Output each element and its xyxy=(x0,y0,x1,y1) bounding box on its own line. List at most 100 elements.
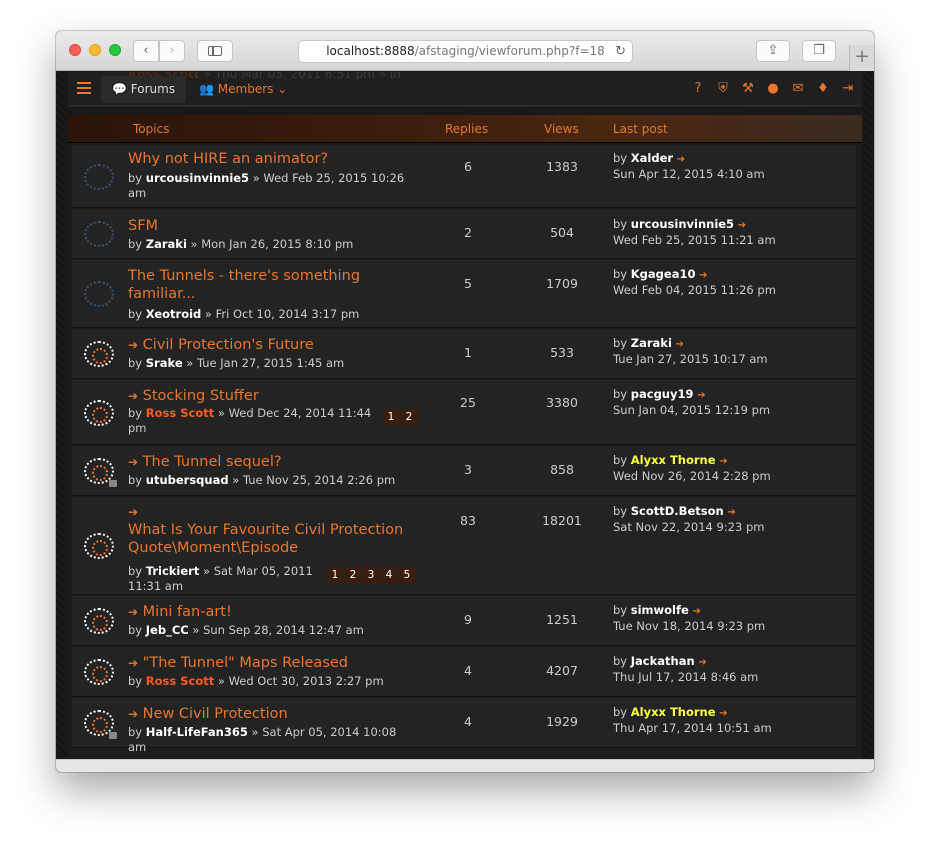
topic-row[interactable]: ➔ Stocking Stuffer by Ross Scott » Wed De… xyxy=(72,380,856,445)
hot-topic-icon xyxy=(84,659,114,685)
page-link[interactable]: 1 xyxy=(327,567,343,583)
hot-topic-icon xyxy=(84,458,117,487)
topic-row[interactable]: Why not HIRE an animator? by urcousinvinn… xyxy=(72,145,856,208)
last-post: by simwolfe ➔ Tue Nov 18, 2014 9:23 pm xyxy=(613,603,766,633)
topic-row[interactable]: ➔ What Is Your Favourite Civil Protection… xyxy=(72,497,856,595)
topic-title-link[interactable]: ➔ What Is Your Favourite Civil Protection… xyxy=(128,503,408,557)
menu-icon[interactable] xyxy=(77,82,91,94)
zoom-window-button[interactable] xyxy=(109,44,121,56)
topic-title-link[interactable]: The Tunnels - there's something familiar… xyxy=(128,267,408,303)
last-poster-link[interactable]: Alyxx Thorne xyxy=(631,453,716,467)
back-button[interactable]: ‹ xyxy=(133,40,159,62)
topic-title-link[interactable]: ➔ Mini fan-art! xyxy=(128,603,408,621)
reply-count: 6 xyxy=(464,159,472,174)
go-to-post-icon[interactable]: ➔ xyxy=(727,507,735,518)
go-to-post-icon[interactable]: ➔ xyxy=(676,339,684,350)
page-link[interactable]: 4 xyxy=(381,567,397,583)
share-button[interactable]: ⇪ xyxy=(756,40,790,62)
nav-members-tab[interactable]: 👥 Members ⌄ xyxy=(193,76,293,103)
last-poster-link[interactable]: ScottD.Betson xyxy=(631,504,724,518)
topic-title-link[interactable]: ➔ Stocking Stuffer xyxy=(128,387,408,405)
go-to-post-icon[interactable]: ➔ xyxy=(699,270,707,281)
topic-title-link[interactable]: ➔ "The Tunnel" Maps Released xyxy=(128,654,408,672)
author-link[interactable]: Ross Scott xyxy=(146,674,214,688)
mail-icon[interactable]: ✉ xyxy=(790,81,806,97)
url-path: /afstaging/viewforum.php?f=18 xyxy=(414,44,605,58)
last-poster-link[interactable]: Kgagea10 xyxy=(631,267,696,281)
page-link[interactable]: 2 xyxy=(401,409,417,425)
last-post-date: Wed Feb 25, 2015 11:21 am xyxy=(613,233,776,247)
page-link[interactable]: 5 xyxy=(399,567,415,583)
author-link[interactable]: Zaraki xyxy=(146,237,187,251)
arrow-right-icon: ➔ xyxy=(128,455,139,469)
view-count: 858 xyxy=(550,462,574,477)
hot-topic-icon xyxy=(84,341,114,367)
topic-row[interactable]: ➔ "The Tunnel" Maps Released by Ross Scot… xyxy=(72,647,856,697)
go-to-post-icon[interactable]: ➔ xyxy=(697,390,705,401)
last-post: by Xalder ➔ Sun Apr 12, 2015 4:10 am xyxy=(613,151,765,181)
topic-title-link[interactable]: ➔ Civil Protection's Future xyxy=(128,336,408,354)
author-link[interactable]: Srake xyxy=(146,356,183,370)
page-link[interactable]: 3 xyxy=(363,567,379,583)
topic-read-icon xyxy=(84,221,114,247)
logout-icon[interactable]: ⇥ xyxy=(840,81,856,97)
go-to-post-icon[interactable]: ➔ xyxy=(719,708,727,719)
browser-toolbar: ‹ › localhost:8888/afstaging/viewforum.p… xyxy=(56,31,874,71)
topic-row[interactable]: ➔ Mini fan-art! by Jeb_CC » Sun Sep 28, 2… xyxy=(72,596,856,646)
topic-row[interactable]: ➔ The Tunnel sequel? by utubersquad » Tue… xyxy=(72,446,856,496)
hammer-icon[interactable]: ⚒ xyxy=(740,81,756,97)
last-poster-link[interactable]: Xalder xyxy=(631,151,673,165)
last-poster-link[interactable]: Zaraki xyxy=(631,336,672,350)
forward-button[interactable]: › xyxy=(159,40,185,62)
author-link[interactable]: Ross Scott xyxy=(146,406,214,420)
url-host: localhost:8888 xyxy=(326,44,415,58)
last-poster-link[interactable]: Alyxx Thorne xyxy=(631,705,716,719)
topic-row[interactable]: The Tunnels - there's something familiar… xyxy=(72,260,856,328)
topic-title-link[interactable]: ➔ The Tunnel sequel? xyxy=(128,453,408,471)
author-link[interactable]: utubersquad xyxy=(146,473,229,487)
topic-title-link[interactable]: Why not HIRE an animator? xyxy=(128,150,408,168)
topic-title-link[interactable]: ➔ New Civil Protection xyxy=(128,705,408,723)
browser-window: ‹ › localhost:8888/afstaging/viewforum.p… xyxy=(56,31,874,772)
sidebar-button[interactable] xyxy=(197,40,233,62)
close-window-button[interactable] xyxy=(69,44,81,56)
author-link[interactable]: urcousinvinnie5 xyxy=(146,171,249,185)
show-tabs-button[interactable]: ❐ xyxy=(802,40,836,62)
topic-row[interactable]: ➔ Civil Protection's Future by Srake » Tu… xyxy=(72,329,856,379)
go-to-post-icon[interactable]: ➔ xyxy=(677,154,685,165)
author-link[interactable]: Jeb_CC xyxy=(146,623,189,637)
author-link[interactable]: Trickiert xyxy=(146,564,200,578)
last-poster-link[interactable]: simwolfe xyxy=(631,603,689,617)
help-icon[interactable]: ? xyxy=(690,81,706,97)
go-to-post-icon[interactable]: ➔ xyxy=(719,456,727,467)
go-to-post-icon[interactable]: ➔ xyxy=(738,220,746,231)
topic-row[interactable]: ➔ New Civil Protection by Half-LifeFan365… xyxy=(72,698,856,754)
shield-icon[interactable]: ⛨ xyxy=(715,81,731,97)
last-poster-link[interactable]: urcousinvinnie5 xyxy=(631,217,734,231)
nav-forums-tab[interactable]: 💬 Forums xyxy=(101,76,187,103)
topic-title-link[interactable]: SFM xyxy=(128,217,408,235)
last-post-date: Thu Jul 17, 2014 8:46 am xyxy=(613,670,759,684)
bell-icon[interactable]: ♦ xyxy=(815,81,831,97)
page-link[interactable]: 2 xyxy=(345,567,361,583)
last-post-date: Tue Jan 27, 2015 10:17 am xyxy=(613,352,768,366)
forum-navbar: Ross Scott » Thu Mar 03, 2011 6:51 pm » … xyxy=(68,72,862,107)
last-poster-link[interactable]: pacguy19 xyxy=(631,387,694,401)
reply-count: 3 xyxy=(464,462,472,477)
topic-row[interactable]: SFM by Zaraki » Mon Jan 26, 2015 8:10 pm 2… xyxy=(72,209,856,259)
user-icon[interactable]: ● xyxy=(765,81,781,97)
go-to-post-icon[interactable]: ➔ xyxy=(698,657,706,668)
go-to-post-icon[interactable]: ➔ xyxy=(692,606,700,617)
reload-icon[interactable]: ↻ xyxy=(615,41,626,62)
author-link[interactable]: Half-LifeFan365 xyxy=(146,725,248,739)
minimize-window-button[interactable] xyxy=(89,44,101,56)
last-post-date: Tue Nov 18, 2014 9:23 pm xyxy=(613,619,766,633)
author-link[interactable]: Xeotroid xyxy=(146,307,202,321)
page-link[interactable]: 1 xyxy=(383,409,399,425)
topic-list: Topics Replies Views Last post Why not H… xyxy=(68,115,862,759)
arrow-right-icon: ➔ xyxy=(128,505,139,519)
last-poster-link[interactable]: Jackathan xyxy=(631,654,695,668)
new-tab-button[interactable]: + xyxy=(849,45,874,71)
address-bar[interactable]: localhost:8888/afstaging/viewforum.php?f… xyxy=(298,40,633,63)
header-views: Views xyxy=(544,122,579,136)
